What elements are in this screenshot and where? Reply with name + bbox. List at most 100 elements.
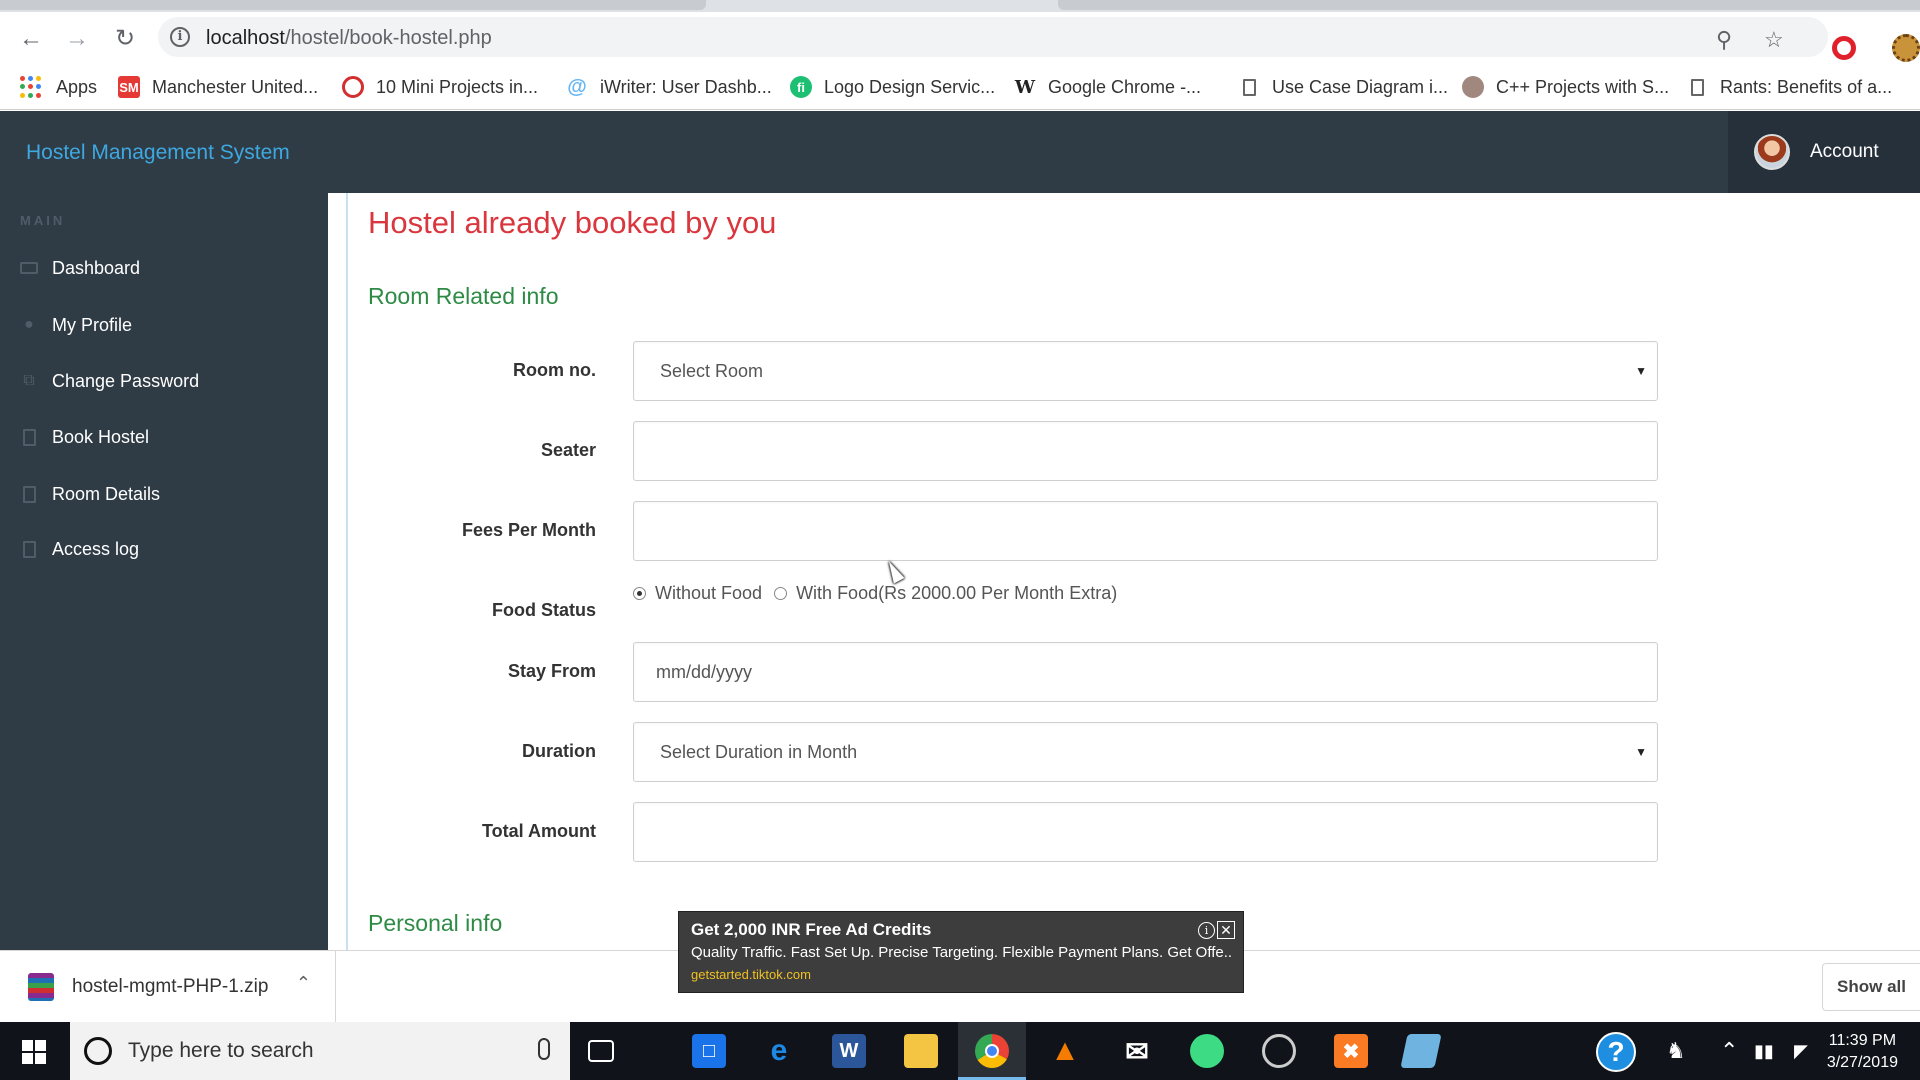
notepad-icon[interactable] (1400, 1034, 1442, 1068)
sidebar-item-room-details[interactable]: Room Details (20, 479, 160, 509)
browser-tab[interactable] (1058, 0, 1920, 10)
cookie-extension-icon[interactable] (1892, 34, 1920, 62)
avatar (1754, 134, 1790, 170)
sidebar-item-access-log[interactable]: Access log (20, 534, 139, 564)
bookmark-rants[interactable]: Rants: Benefits of a... (1686, 74, 1892, 100)
bookmark-cpp-projects[interactable]: C++ Projects with S... (1462, 74, 1669, 100)
room-select[interactable]: Select Room ▼ (633, 341, 1658, 401)
bookmark-mini-projects[interactable]: 10 Mini Projects in... (342, 74, 538, 100)
android-studio-icon[interactable] (1190, 1034, 1224, 1068)
sidebar-item-label: Access log (52, 538, 140, 559)
bookmark-iwriter[interactable]: @ iWriter: User Dashb... (566, 74, 772, 100)
account-menu[interactable]: Account (1728, 111, 1920, 193)
bookmark-label: iWriter: User Dashb... (600, 76, 772, 97)
sm-logo-icon: SM (118, 76, 140, 98)
bookmark-manchester[interactable]: SM Manchester United... (118, 74, 318, 100)
file-icon (20, 485, 38, 503)
download-item[interactable]: hostel-mgmt-PHP-1.zip ⌃ (0, 951, 336, 1023)
fiverr-icon: fi (790, 76, 812, 98)
battery-icon[interactable]: ▮▮ (1754, 1022, 1774, 1080)
page-title: Hostel already booked by you (368, 205, 777, 240)
clock-date: 3/27/2019 (1826, 1054, 1898, 1071)
sidebar-item-change-password[interactable]: ⧉ Change Password (20, 366, 199, 396)
bookmark-label: Logo Design Servic... (824, 76, 996, 97)
food-option-without-label[interactable]: Without Food (655, 583, 762, 604)
photos-app-icon[interactable]: □ (692, 1034, 726, 1068)
ad-text[interactable]: Quality Traffic. Fast Set Up. Precise Ta… (691, 944, 1231, 961)
food-option-with-label[interactable]: With Food(Rs 2000.00 Per Month Extra) (796, 583, 1117, 604)
obs-icon[interactable] (1262, 1034, 1296, 1068)
brand-title[interactable]: Hostel Management System (26, 141, 290, 165)
wifi-icon[interactable]: ◤ (1794, 1022, 1808, 1080)
sidebar-item-dashboard[interactable]: Dashboard (20, 253, 140, 283)
seater-field[interactable] (633, 421, 1658, 481)
microphone-icon[interactable] (538, 1038, 550, 1060)
people-icon[interactable]: ♞ (1666, 1022, 1686, 1080)
show-all-downloads-button[interactable]: Show all (1822, 963, 1920, 1011)
ad-link[interactable]: getstarted.tiktok.com (691, 967, 1231, 982)
reload-icon[interactable]: ↻ (110, 24, 140, 54)
avatar-icon (1462, 76, 1484, 98)
bookmark-use-case[interactable]: Use Case Diagram i... (1238, 74, 1448, 100)
bookmark-label: Google Chrome -... (1048, 76, 1202, 97)
url-text[interactable]: localhost/hostel/book-hostel.php (206, 27, 492, 50)
personal-section-title: Personal info (368, 910, 503, 936)
iwriter-icon: @ (567, 75, 587, 98)
ad-title[interactable]: Get 2,000 INR Free Ad Credits (691, 920, 1231, 940)
duration-select[interactable]: Select Duration in Month ▼ (633, 722, 1658, 782)
help-icon[interactable]: ? (1596, 1032, 1636, 1072)
account-label: Account (1810, 141, 1879, 162)
main-content: Hostel already booked by you Room Relate… (348, 193, 1920, 950)
file-explorer-icon[interactable] (904, 1034, 938, 1068)
sidebar-item-label: My Profile (52, 314, 133, 335)
wikipedia-icon: W (1014, 76, 1036, 98)
ad-close-icon[interactable]: ✕ (1217, 921, 1235, 939)
taskbar-search-placeholder: Type here to search (128, 1039, 314, 1062)
zoom-icon[interactable]: ⚲ (1716, 27, 1732, 53)
word-app-icon[interactable]: W (832, 1034, 866, 1068)
edge-browser-icon[interactable]: e (762, 1034, 796, 1068)
duration-select-value: Select Duration in Month (660, 742, 858, 762)
chevron-down-icon: ▼ (1635, 745, 1647, 759)
winrar-archive-icon (28, 973, 54, 1001)
file-icon (20, 428, 38, 446)
chevron-up-icon[interactable]: ⌃ (296, 973, 311, 994)
taskbar-search-input[interactable]: Type here to search (70, 1022, 570, 1080)
total-amount-field[interactable] (633, 802, 1658, 862)
browser-tab-strip (0, 0, 1920, 12)
bookmark-google-chrome[interactable]: W Google Chrome -... (1014, 74, 1201, 100)
sidebar-item-label: Change Password (52, 370, 200, 391)
address-bar[interactable]: i localhost/hostel/book-hostel.php ⚲ ☆ (158, 17, 1828, 57)
duration-label: Duration (522, 741, 596, 761)
system-clock[interactable]: 11:39 PM 3/27/2019 (1827, 1030, 1898, 1074)
bookmark-logo-design[interactable]: fi Logo Design Servic... (790, 74, 995, 100)
total-amount-label: Total Amount (482, 821, 596, 841)
opera-extension-icon[interactable] (1832, 36, 1856, 60)
site-info-icon[interactable]: i (170, 27, 190, 47)
bookmark-label: C++ Projects with S... (1496, 76, 1670, 97)
forward-arrow-icon[interactable]: → (62, 24, 92, 54)
sidebar: MAIN Dashboard ● My Profile ⧉ Change Pas… (0, 193, 328, 950)
food-option-without-radio[interactable] (633, 587, 646, 600)
vlc-icon[interactable]: ▲ (1048, 1034, 1082, 1068)
ad-info-icon[interactable]: i (1198, 922, 1215, 939)
room-no-label: Room no. (513, 360, 596, 380)
bookmark-star-icon[interactable]: ☆ (1764, 27, 1784, 53)
chrome-icon[interactable] (975, 1034, 1009, 1068)
windows-start-icon[interactable] (22, 1040, 46, 1064)
back-arrow-icon[interactable]: ← (16, 24, 46, 54)
stay-from-date-input[interactable]: mm/dd/yyyy (633, 642, 1658, 702)
fees-label: Fees Per Month (461, 520, 596, 540)
browser-tab[interactable] (0, 0, 706, 10)
food-option-with-radio[interactable] (774, 587, 788, 600)
mail-icon[interactable]: ✉ (1120, 1034, 1154, 1068)
download-file-name: hostel-mgmt-PHP-1.zip (72, 976, 269, 997)
task-view-icon[interactable] (588, 1040, 614, 1062)
xampp-icon[interactable]: ✖ (1334, 1034, 1368, 1068)
sidebar-item-my-profile[interactable]: ● My Profile (20, 310, 132, 340)
ad-popup[interactable]: Get 2,000 INR Free Ad Credits Quality Tr… (678, 911, 1244, 993)
chevron-up-icon[interactable]: ⌃ (1720, 1022, 1738, 1080)
fees-field[interactable] (633, 501, 1658, 561)
sidebar-item-book-hostel[interactable]: Book Hostel (20, 422, 149, 452)
bookmark-apps[interactable]: Apps (20, 74, 97, 100)
